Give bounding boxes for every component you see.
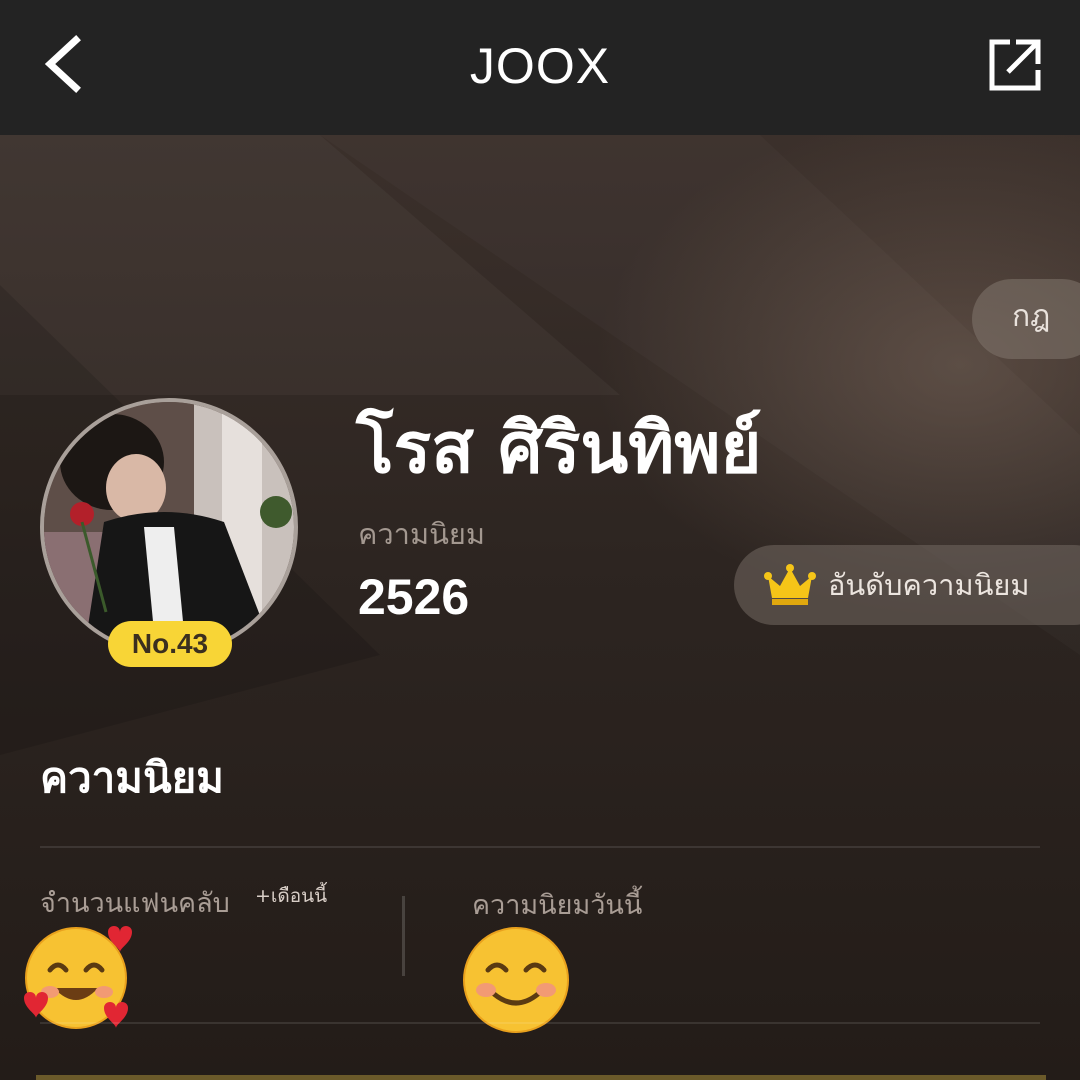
section-divider-bottom: [40, 1022, 1040, 1024]
rules-label: กฎ: [1012, 299, 1051, 334]
fan-count-label: จำนวนแฟนคลับ: [40, 888, 230, 919]
smiling-face-with-hearts-emoji: [24, 926, 132, 1029]
artist-photo: [44, 402, 294, 652]
fan-count-suffix: +เดือนนี้: [255, 885, 328, 907]
ranking-button-label: อันดับความนิยม: [828, 568, 1030, 602]
crown-icon: [764, 564, 816, 605]
popularity-value: 2526: [358, 569, 470, 625]
smiling-face-emoji: [463, 927, 569, 1033]
rules-button[interactable]: กฎ: [972, 279, 1080, 359]
popularity-ranking-button[interactable]: อันดับความนิยม: [734, 545, 1080, 625]
section-divider-top: [40, 846, 1040, 848]
artist-name: โรส ศิรินทิพย์: [356, 407, 762, 489]
top-navigation-bar: JOOX: [0, 0, 1080, 135]
stats-column-divider: [402, 896, 405, 976]
share-button[interactable]: [986, 36, 1044, 94]
bottom-strip: [36, 1075, 1046, 1080]
artist-avatar[interactable]: [40, 398, 298, 656]
rank-badge: No.43: [108, 621, 232, 667]
external-share-icon: [989, 39, 1041, 91]
popularity-label: ความนิยม: [358, 517, 486, 551]
today-popularity-label: ความนิยมวันนี้: [472, 890, 643, 921]
app-title: JOOX: [469, 38, 611, 94]
app-root: JOOX กฎ No.43 โรส ศิรินทิพย์ ความนิยม 25…: [0, 0, 1080, 1080]
section-title-popularity: ความนิยม: [40, 753, 224, 802]
